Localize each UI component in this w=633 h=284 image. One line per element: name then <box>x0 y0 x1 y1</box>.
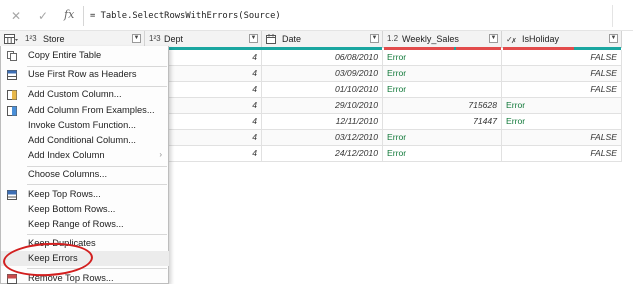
cell-isholiday[interactable]: Error <box>502 114 622 130</box>
column-name-dept: Dept <box>164 34 184 44</box>
menu-item-invoke-custom-function[interactable]: Invoke Custom Function... <box>1 118 169 133</box>
cell-date[interactable]: 06/08/2010 <box>262 50 383 66</box>
column-name-weekly-sales: Weekly_Sales <box>402 34 459 44</box>
type-icon-weekly-sales: 1.2 <box>387 34 399 43</box>
cell-date[interactable]: 12/11/2010 <box>262 114 383 130</box>
chevron-down-icon[interactable]: ▼ <box>489 34 498 43</box>
formula-bar: ✕ ✓ fx = Table.SelectRowsWithErrors(Sour… <box>0 0 633 31</box>
x-icon[interactable]: ✕ <box>11 9 21 23</box>
column-name-date: Date <box>282 34 302 44</box>
chevron-right-icon: › <box>159 150 162 159</box>
column-name-store: Store <box>43 34 65 44</box>
column-name-isholiday: IsHoliday <box>522 34 560 44</box>
menu-item-keep-range-of-rows[interactable]: Keep Range of Rows... <box>1 217 169 232</box>
cell-isholiday[interactable]: Error <box>502 98 622 114</box>
calendar-icon <box>266 34 277 46</box>
cell-isholiday[interactable]: FALSE <box>502 146 622 162</box>
cell-weekly-sales[interactable]: 715628 <box>383 98 502 114</box>
check-icon[interactable]: ✓ <box>38 9 48 23</box>
cell-date[interactable]: 03/12/2010 <box>262 130 383 146</box>
cell-isholiday[interactable]: FALSE <box>502 66 622 82</box>
type-icon-store: 1²3 <box>25 34 37 43</box>
remove-rows-icon <box>7 274 17 284</box>
formula-text[interactable]: = Table.SelectRowsWithErrors(Source) <box>90 11 281 21</box>
menu-separator <box>27 234 167 235</box>
cell-weekly-sales[interactable]: 71447 <box>383 114 502 130</box>
cell-weekly-sales[interactable]: Error <box>383 66 502 82</box>
menu-item-choose-columns[interactable]: Choose Columns... <box>1 167 169 182</box>
menu-item-add-custom-column[interactable]: Add Custom Column... <box>1 87 169 102</box>
chevron-down-icon[interactable]: ▼ <box>132 34 141 43</box>
formula-expand[interactable] <box>612 5 633 27</box>
cell-date[interactable]: 24/12/2010 <box>262 146 383 162</box>
menu-separator <box>27 184 167 185</box>
menu-item-copy-entire-table[interactable]: Copy Entire Table <box>1 48 169 63</box>
menu-item-use-first-row-as-headers[interactable]: Use First Row as Headers <box>1 67 169 82</box>
menu-item-keep-top-rows[interactable]: Keep Top Rows... <box>1 187 169 202</box>
type-icon-dept: 1²3 <box>149 34 161 43</box>
custom-column-icon <box>7 90 17 100</box>
cell-date[interactable]: 29/10/2010 <box>262 98 383 114</box>
formula-separator <box>83 6 84 26</box>
keep-rows-icon <box>7 190 17 200</box>
menu-item-keep-bottom-rows[interactable]: Keep Bottom Rows... <box>1 202 169 217</box>
menu-item-add-column-from-examples[interactable]: Add Column From Examples... <box>1 103 169 118</box>
type-icon-isholiday: ✓ ✗ <box>506 34 518 46</box>
fx-icon[interactable]: fx <box>64 8 74 21</box>
chevron-down-icon[interactable]: ▼ <box>249 34 258 43</box>
cell-weekly-sales[interactable]: Error <box>383 50 502 66</box>
column-header-date[interactable]: Date ▼ <box>262 31 383 48</box>
cell-isholiday[interactable]: FALSE <box>502 82 622 98</box>
cell-date[interactable]: 01/10/2010 <box>262 82 383 98</box>
column-examples-icon <box>7 106 17 116</box>
copy-icon <box>7 51 17 61</box>
cell-weekly-sales[interactable]: Error <box>383 146 502 162</box>
cell-weekly-sales[interactable]: Error <box>383 130 502 146</box>
column-header-isholiday[interactable]: ✓ ✗ IsHoliday ▼ <box>502 31 622 48</box>
cell-isholiday[interactable]: FALSE <box>502 50 622 66</box>
cell-date[interactable]: 03/09/2010 <box>262 66 383 82</box>
menu-item-add-index-column[interactable]: Add Index Column › <box>1 148 169 163</box>
svg-text:✗: ✗ <box>511 37 517 44</box>
chevron-down-icon[interactable]: ▼ <box>370 34 379 43</box>
cell-isholiday[interactable]: FALSE <box>502 130 622 146</box>
table-header-icon <box>7 70 17 80</box>
cell-weekly-sales[interactable]: Error <box>383 82 502 98</box>
column-header-weekly-sales[interactable]: 1.2 Weekly_Sales ▼ <box>383 31 502 48</box>
chevron-down-icon[interactable]: ▼ <box>609 34 618 43</box>
menu-item-add-conditional-column[interactable]: Add Conditional Column... <box>1 133 169 148</box>
